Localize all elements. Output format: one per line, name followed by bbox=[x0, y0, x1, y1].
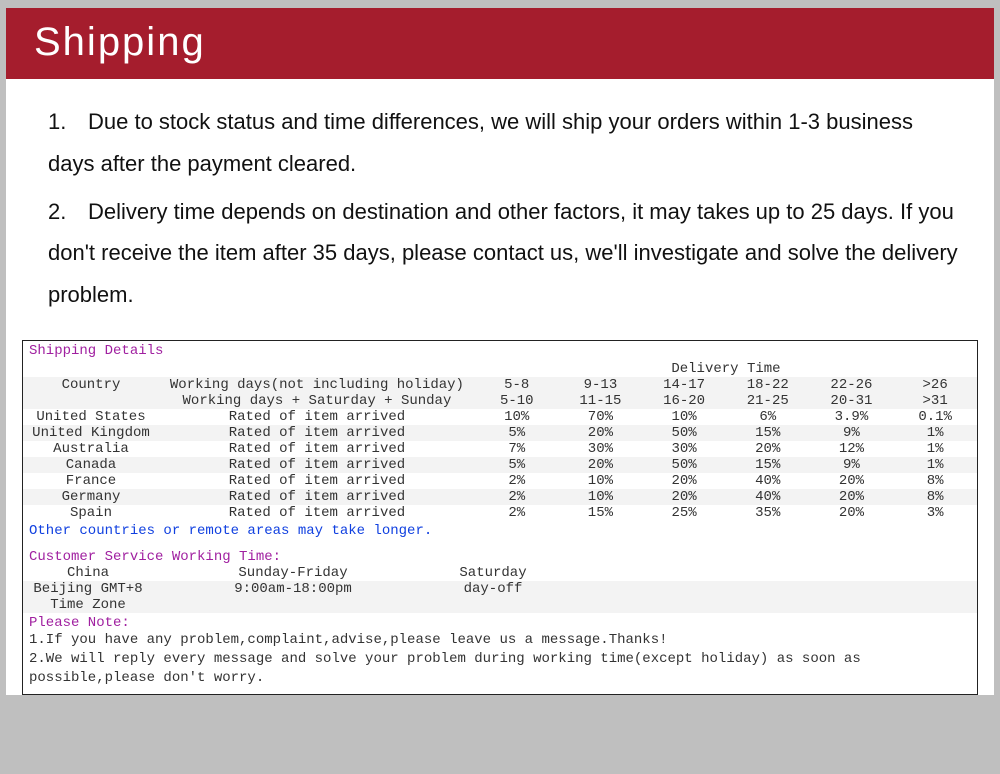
please-note-1: 1.If you have any problem,complaint,advi… bbox=[23, 631, 977, 650]
customer-service-title: Customer Service Working Time: bbox=[23, 541, 977, 565]
table-row: Canada Rated of item arrived 5% 20% 50% … bbox=[23, 457, 977, 473]
table-row: Working days + Saturday + Sunday 5-10 11… bbox=[23, 393, 977, 409]
table-row: Delivery Time bbox=[23, 361, 977, 377]
delivery-table: Delivery Time Country Working days(not i… bbox=[23, 361, 977, 521]
intro-text-1: Due to stock status and time differences… bbox=[48, 109, 913, 176]
working-days-label: Working days(not including holiday) bbox=[159, 377, 475, 393]
intro-num-1: 1. bbox=[48, 101, 88, 143]
customer-service-table: China Sunday-Friday Saturday Beijing GMT… bbox=[23, 565, 977, 613]
intro-item-2: 2.Delivery time depends on destination a… bbox=[48, 191, 958, 316]
table-row: Spain Rated of item arrived 2% 15% 25% 3… bbox=[23, 505, 977, 521]
shipping-details-box: Shipping Details Delivery Time Country W… bbox=[22, 340, 978, 695]
table-row: China Sunday-Friday Saturday bbox=[23, 565, 977, 581]
please-note-title: Please Note: bbox=[23, 613, 977, 631]
other-countries-note: Other countries or remote areas may take… bbox=[23, 521, 977, 541]
table-row: Australia Rated of item arrived 7% 30% 3… bbox=[23, 441, 977, 457]
table-row: United States Rated of item arrived 10% … bbox=[23, 409, 977, 425]
table-row: United Kingdom Rated of item arrived 5% … bbox=[23, 425, 977, 441]
please-note-2: 2.We will reply every message and solve … bbox=[23, 650, 977, 688]
table-row: Germany Rated of item arrived 2% 10% 20%… bbox=[23, 489, 977, 505]
intro-paragraphs: 1.Due to stock status and time differenc… bbox=[6, 79, 994, 336]
shipping-details-title: Shipping Details bbox=[23, 341, 977, 361]
intro-text-2: Delivery time depends on destination and… bbox=[48, 199, 958, 308]
table-row: France Rated of item arrived 2% 10% 20% … bbox=[23, 473, 977, 489]
delivery-time-header: Delivery Time bbox=[475, 361, 977, 377]
country-header: Country bbox=[23, 377, 159, 409]
table-row: Beijing GMT+8 9:00am-18:00pm day-off bbox=[23, 581, 977, 597]
intro-item-1: 1.Due to stock status and time differenc… bbox=[48, 101, 958, 185]
intro-num-2: 2. bbox=[48, 191, 88, 233]
table-row: Country Working days(not including holid… bbox=[23, 377, 977, 393]
shipping-panel: Shipping 1.Due to stock status and time … bbox=[6, 8, 994, 695]
section-header: Shipping bbox=[6, 10, 994, 79]
section-title: Shipping bbox=[34, 20, 206, 64]
working-days-sat-sun-label: Working days + Saturday + Sunday bbox=[159, 393, 475, 409]
